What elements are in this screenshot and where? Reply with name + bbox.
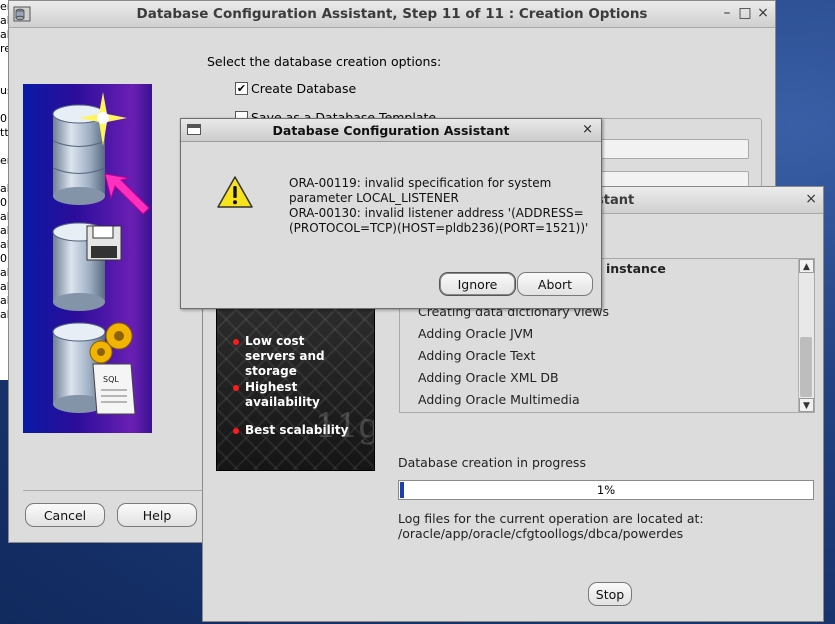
svg-text:SQL: SQL [103,375,119,384]
main-window-title: Database Configuration Assistant, Step 1… [136,6,648,22]
bullet-dot-icon [233,339,239,345]
create-database-checkbox[interactable]: ✔ [235,82,248,95]
error-dialog-title: Database Configuration Assistant [272,123,510,138]
maximize-button[interactable]: □ [737,5,753,21]
scroll-thumb[interactable] [800,337,812,397]
database-save-icon [52,222,122,311]
dbca-banner-image: SQL [23,84,152,433]
database-sql-icon: SQL [52,322,136,415]
abort-button[interactable]: Abort [517,272,593,296]
create-database-label: Create Database [251,81,357,96]
main-titlebar[interactable]: Database Configuration Assistant, Step 1… [9,1,775,28]
scroll-up-arrow-icon[interactable]: ▲ [799,259,814,273]
error-message-line: (PROTOCOL=TCP)(HOST=pldb236)(PORT=1521))… [289,221,589,235]
error-message-line: ORA-00119: invalid specification for sys… [289,176,552,190]
bullet-dot-icon [233,428,239,434]
log-location-label: Log files for the current operation are … [398,511,704,526]
error-message-line: ORA-00130: invalid listener address '(AD… [289,206,584,220]
log-location-path: /oracle/app/oracle/cfgtoollogs/dbca/powe… [398,526,684,541]
ignore-button[interactable]: Ignore [439,272,516,296]
error-dialog: Database Configuration Assistant × ORA-0… [180,118,602,309]
progress-percent-text: 1% [596,483,616,497]
error-dialog-titlebar[interactable]: Database Configuration Assistant × [181,119,601,142]
creation-options-prompt: Select the database creation options: [207,54,442,69]
stop-button[interactable]: Stop [588,582,632,606]
close-button[interactable]: × [755,5,771,21]
creation-step-item: Adding Oracle Text [418,348,536,363]
steps-scrollbar[interactable]: ▲ ▼ [798,259,814,412]
creation-step-item: Adding Oracle JVM [418,326,534,341]
scroll-down-arrow-icon[interactable]: ▼ [799,398,814,412]
cancel-button[interactable]: Cancel [25,503,105,527]
bullet-dot-icon [233,385,239,391]
creation-step-item: Adding Oracle Multimedia [418,392,580,407]
creation-progress-bar: 1% [398,480,814,500]
error-message-line: parameter LOCAL_LISTENER [289,191,459,205]
pointer-arrow-icon [104,173,150,215]
progress-status-label: Database creation in progress [398,455,586,470]
create-database-option[interactable]: ✔ Create Database [235,81,356,96]
minimize-button[interactable]: – [719,5,735,21]
oracle-11g-promo-image: Low cost servers and storage Highest ava… [216,307,375,471]
creation-step-item: Adding Oracle XML DB [418,370,559,385]
error-dialog-close-button[interactable]: × [582,122,593,137]
promo-bullet: Low cost servers and storage [233,334,355,379]
database-illustration: SQL [52,92,150,415]
creation-step-item: instance [606,261,666,276]
progress-close-button[interactable]: × [805,191,817,207]
oracle-11g-logo: 11g [315,406,375,446]
help-button[interactable]: Help [117,503,197,527]
error-message: ORA-00119: invalid specification for sys… [289,176,594,236]
warning-icon [217,176,253,208]
